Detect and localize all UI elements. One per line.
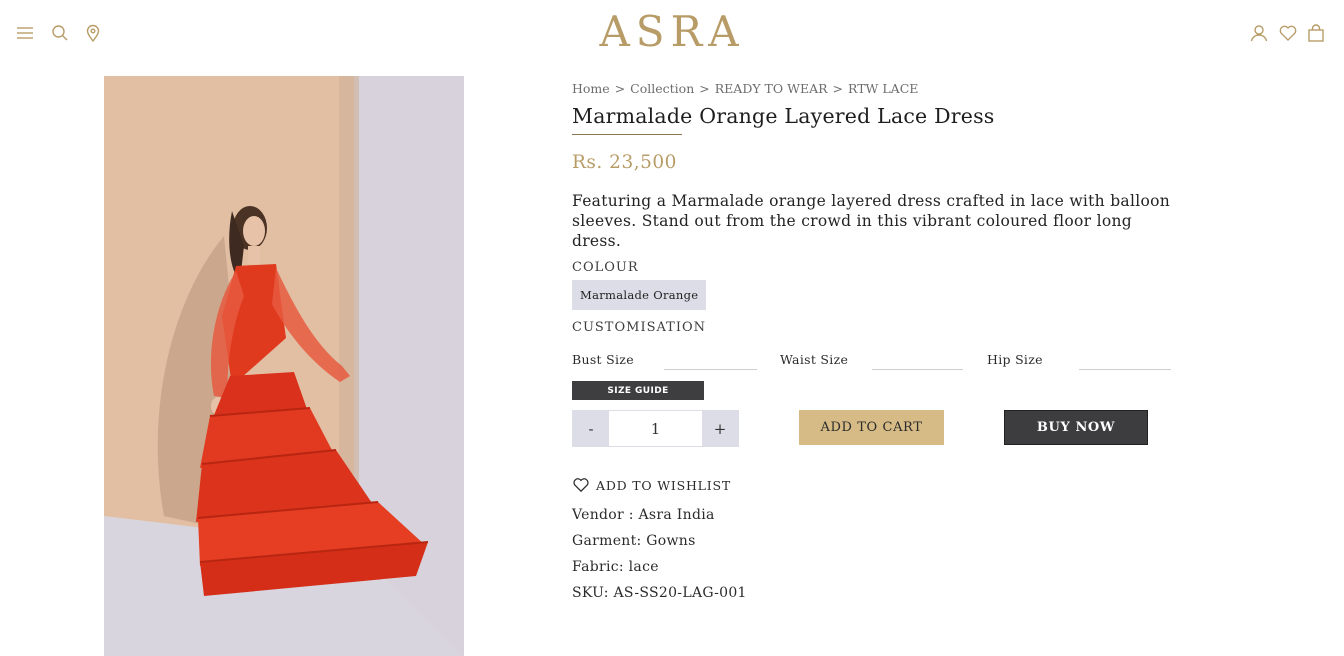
customisation-label: CUSTOMISATION bbox=[572, 320, 707, 335]
account-icon[interactable] bbox=[1248, 22, 1270, 44]
colour-option[interactable]: Marmalade Orange bbox=[572, 280, 707, 310]
bust-size-label: Bust Size bbox=[572, 352, 634, 367]
breadcrumb-home[interactable]: Home bbox=[572, 81, 610, 96]
breadcrumb: Home > Collection > READY TO WEAR > RTW LACE bbox=[572, 81, 918, 96]
product-image[interactable] bbox=[104, 76, 464, 656]
quantity-stepper: - + bbox=[572, 410, 739, 447]
product-photo bbox=[104, 76, 464, 656]
product-description: Featuring a Marmalade orange layered dre… bbox=[572, 192, 1171, 250]
title-underline bbox=[572, 134, 682, 135]
vendor-info: Vendor : Asra India bbox=[572, 507, 715, 523]
heart-icon bbox=[573, 478, 589, 493]
product-title: Marmalade Orange Layered Lace Dress bbox=[572, 104, 995, 128]
waist-size-input[interactable] bbox=[872, 352, 963, 370]
cart-icon[interactable] bbox=[1305, 22, 1327, 44]
size-guide-button[interactable]: SIZE GUIDE bbox=[572, 381, 704, 400]
wishlist-label: ADD TO WISHLIST bbox=[596, 477, 731, 493]
quantity-decrease-button[interactable]: - bbox=[573, 411, 609, 446]
breadcrumb-separator: > bbox=[832, 81, 844, 96]
product-price: Rs. 23,500 bbox=[572, 152, 677, 173]
site-header: ASRA bbox=[0, 0, 1344, 66]
colour-label: COLOUR bbox=[572, 260, 639, 275]
breadcrumb-rtw-lace[interactable]: RTW LACE bbox=[848, 81, 918, 96]
add-to-cart-button[interactable]: ADD TO CART bbox=[799, 410, 944, 445]
breadcrumb-separator: > bbox=[614, 81, 626, 96]
brand-logo[interactable]: ASRA bbox=[560, 6, 784, 56]
quantity-increase-button[interactable]: + bbox=[702, 411, 738, 446]
quantity-input[interactable] bbox=[609, 411, 702, 446]
sku-info: SKU: AS-SS20-LAG-001 bbox=[572, 585, 747, 601]
hip-size-label: Hip Size bbox=[987, 352, 1043, 367]
buy-now-button[interactable]: BUY NOW bbox=[1004, 410, 1148, 445]
breadcrumb-separator: > bbox=[699, 81, 710, 96]
waist-size-label: Waist Size bbox=[780, 352, 849, 367]
garment-info: Garment: Gowns bbox=[572, 533, 696, 549]
wishlist-icon[interactable] bbox=[1277, 22, 1299, 44]
breadcrumb-collection[interactable]: Collection bbox=[630, 81, 694, 96]
fabric-info: Fabric: lace bbox=[572, 559, 659, 575]
bust-size-input[interactable] bbox=[664, 352, 757, 370]
add-to-wishlist-link[interactable]: ADD TO WISHLIST bbox=[572, 475, 731, 495]
location-icon[interactable] bbox=[82, 22, 104, 44]
search-icon[interactable] bbox=[49, 22, 71, 44]
menu-icon[interactable] bbox=[14, 22, 36, 44]
size-inputs-row: Bust Size Waist Size Hip Size bbox=[572, 352, 1172, 372]
hip-size-input[interactable] bbox=[1079, 352, 1171, 370]
breadcrumb-ready-to-wear[interactable]: READY TO WEAR bbox=[715, 81, 828, 96]
